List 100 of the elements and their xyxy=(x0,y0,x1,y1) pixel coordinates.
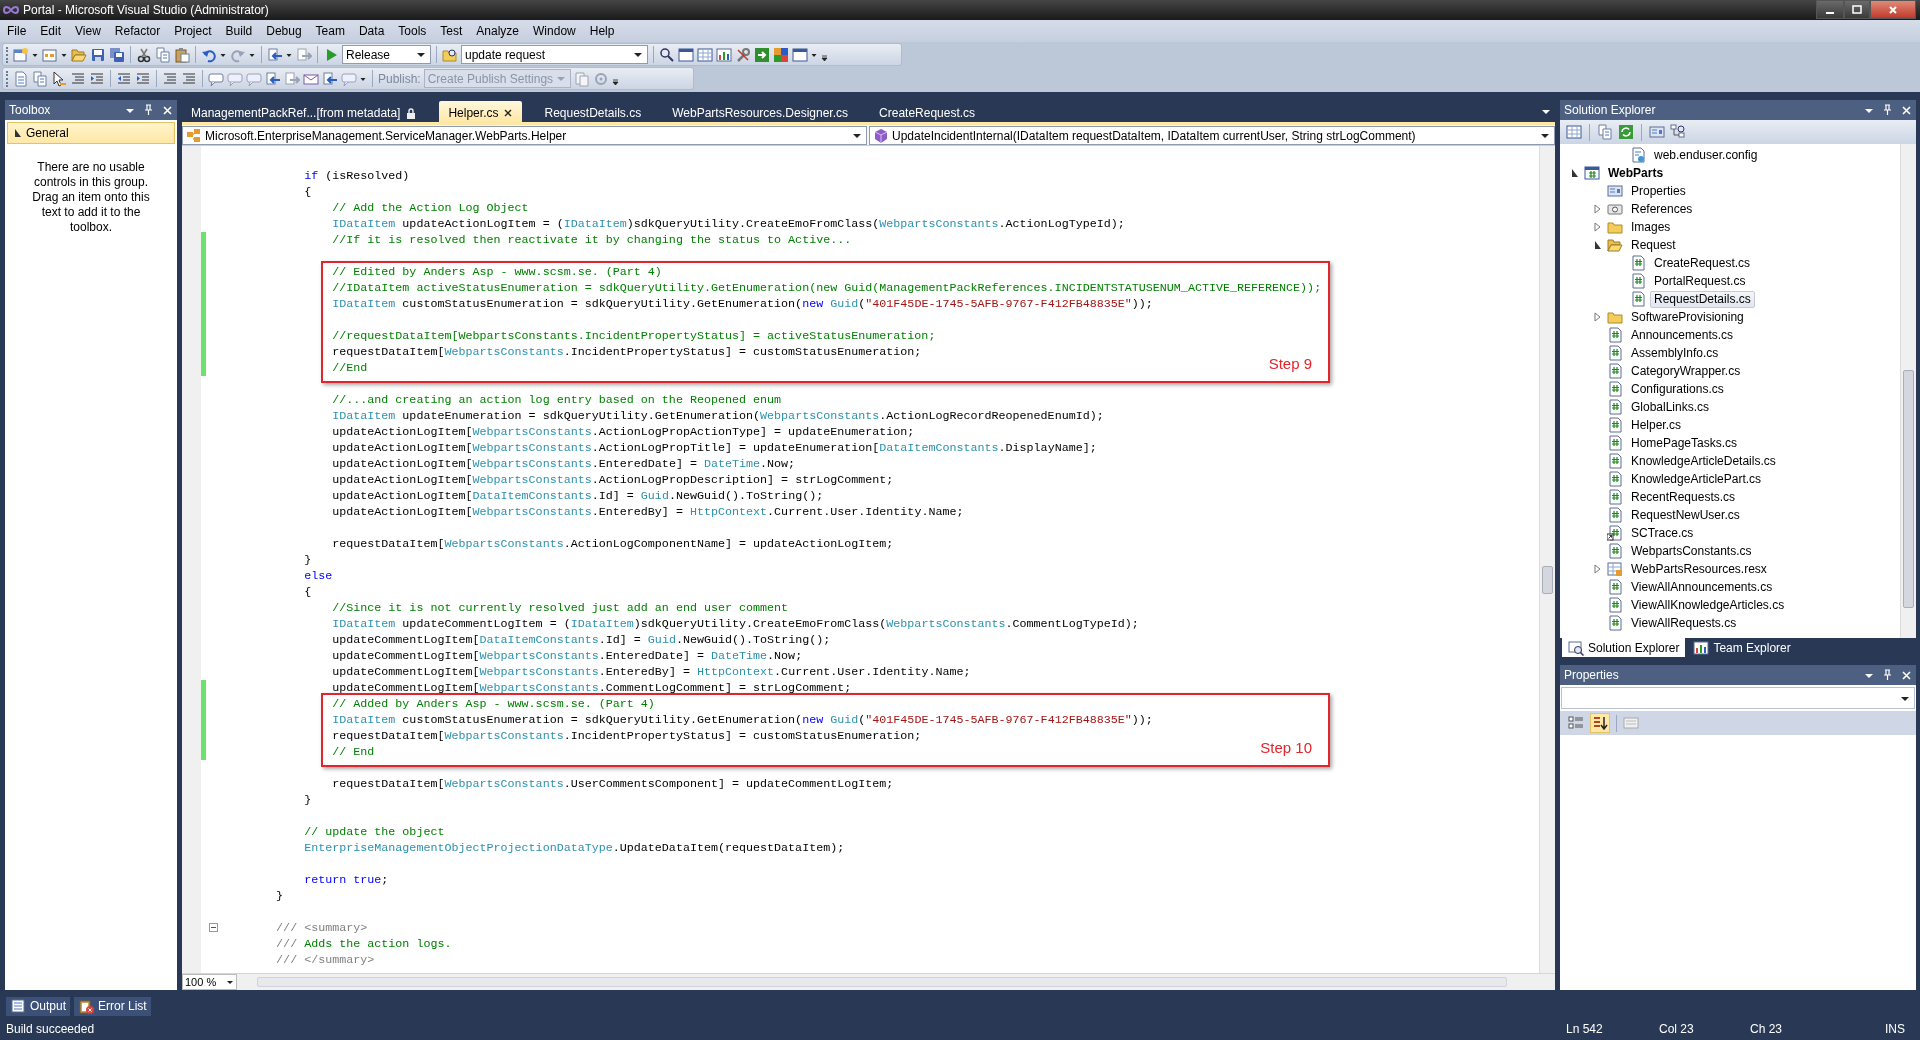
refresh-icon[interactable] xyxy=(1618,124,1634,140)
tree-item[interactable]: Configurations.cs xyxy=(1627,380,1728,398)
minimize-button[interactable] xyxy=(1816,0,1844,19)
grip-handle[interactable] xyxy=(6,70,10,87)
tree-item[interactable]: WebpartsConstants.cs xyxy=(1627,542,1756,560)
close-icon[interactable] xyxy=(503,107,514,118)
close-button[interactable] xyxy=(1870,0,1916,19)
tree-item[interactable]: WebParts xyxy=(1604,164,1668,182)
comment-icon[interactable] xyxy=(208,70,224,87)
grip-handle[interactable] xyxy=(6,46,10,63)
increase-indent-icon[interactable] xyxy=(135,70,151,87)
menu-item[interactable]: Data xyxy=(351,20,392,42)
save-all-icon[interactable] xyxy=(109,46,125,63)
type-dropdown[interactable]: Microsoft.EnterpriseManagement.ServiceManager.WebParts.Helper xyxy=(182,126,867,145)
tree-item[interactable]: RequestNewUser.cs xyxy=(1627,506,1744,524)
menu-item[interactable]: Window xyxy=(526,20,583,42)
chart-icon[interactable] xyxy=(716,46,732,63)
tree-item[interactable]: KnowledgeArticleDetails.cs xyxy=(1627,452,1780,470)
menu-item[interactable]: Help xyxy=(582,20,622,42)
align-icon[interactable] xyxy=(162,70,178,87)
show-all-files-icon[interactable] xyxy=(1566,124,1582,140)
scrollbar[interactable] xyxy=(1900,144,1916,638)
document-tab[interactable]: CreateRequest.cs xyxy=(870,101,985,122)
panel-tab[interactable]: Solution Explorer xyxy=(1562,638,1686,657)
member-dropdown[interactable]: UpdateIncidentInternal(IDataItem requestDataItem, IDataItem currentUser, String strLogComment) xyxy=(869,126,1555,145)
tree-item[interactable]: CategoryWrapper.cs xyxy=(1627,362,1745,380)
menu-item[interactable]: View xyxy=(68,20,108,42)
tree-item[interactable]: Properties xyxy=(1627,182,1690,200)
tree-item[interactable]: RecentRequests.cs xyxy=(1627,488,1740,506)
alphabetical-button[interactable] xyxy=(1590,713,1610,733)
tree-item[interactable]: web.enduser.config xyxy=(1650,146,1762,164)
tree-item[interactable]: CreateRequest.cs xyxy=(1650,254,1755,272)
group-header[interactable]: General xyxy=(7,122,175,144)
scrollbar[interactable] xyxy=(1539,146,1555,973)
collapse-icon[interactable] xyxy=(209,923,218,932)
tree-item[interactable]: Announcements.cs xyxy=(1627,326,1738,344)
paste-icon[interactable] xyxy=(174,46,190,63)
window-icon[interactable] xyxy=(792,46,808,63)
document-tab[interactable]: WebPartsResources.Designer.cs xyxy=(663,101,858,122)
navigate-back-icon[interactable] xyxy=(267,46,283,63)
zoom-dropdown[interactable]: 100 % xyxy=(182,974,237,990)
menu-item[interactable]: Debug xyxy=(259,20,309,42)
menu-item[interactable]: Build xyxy=(218,20,260,42)
tree-item[interactable]: GlobalLinks.cs xyxy=(1627,398,1714,416)
tree-item[interactable]: KnowledgeArticlePart.cs xyxy=(1627,470,1766,488)
tree-item[interactable]: Images xyxy=(1627,218,1675,236)
menu-item[interactable]: Tools xyxy=(391,20,434,42)
maximize-icon[interactable] xyxy=(1851,3,1863,16)
tree-item[interactable]: AssemblyInfo.cs xyxy=(1627,344,1723,362)
outdent-icon[interactable] xyxy=(116,70,132,87)
find-in-files-icon[interactable] xyxy=(442,46,458,63)
expander-icon[interactable] xyxy=(1569,168,1579,178)
expander-icon[interactable] xyxy=(1592,240,1602,250)
expander-icon[interactable] xyxy=(12,128,22,138)
view-code-icon[interactable] xyxy=(1649,124,1665,140)
tree-item[interactable]: PortalRequest.cs xyxy=(1650,272,1750,290)
find-combobox[interactable]: update request xyxy=(461,45,648,64)
pin-icon[interactable] xyxy=(1882,669,1893,681)
pin-icon[interactable] xyxy=(1882,104,1893,116)
menu-item[interactable]: Edit xyxy=(33,20,69,42)
tree-item[interactable]: ViewAllKnowledgeArticles.cs xyxy=(1627,596,1789,614)
tree-item[interactable]: SoftwareProvisioning xyxy=(1627,308,1748,326)
panel-tab[interactable]: Error List xyxy=(74,996,151,1016)
blocks-icon[interactable] xyxy=(773,46,789,63)
document-tab[interactable]: RequestDetails.cs xyxy=(535,101,651,122)
tree-item[interactable]: WebPartsResources.resx xyxy=(1627,560,1771,578)
menu-item[interactable]: Test xyxy=(433,20,470,42)
menu-item[interactable]: Refactor xyxy=(107,20,168,42)
pages-icon[interactable] xyxy=(1597,124,1613,140)
document-tab[interactable]: Helper.cs xyxy=(439,101,523,122)
pointer-icon[interactable] xyxy=(51,70,67,87)
search-icon[interactable] xyxy=(659,46,675,63)
new-project-icon[interactable] xyxy=(13,46,29,63)
tree-item[interactable]: Request xyxy=(1627,236,1680,254)
tree-item[interactable]: SCTrace.cs xyxy=(1627,524,1698,542)
panel-tab[interactable]: Output xyxy=(6,996,71,1016)
menu-item[interactable]: Project xyxy=(167,20,219,42)
configuration-dropdown[interactable]: Release xyxy=(342,45,431,64)
object-browser-icon[interactable] xyxy=(697,46,713,63)
class-diagram-icon[interactable] xyxy=(1670,124,1686,140)
tree-item[interactable]: ViewAllRequests.cs xyxy=(1627,614,1741,632)
scissors-icon[interactable] xyxy=(136,46,152,63)
properties-window-icon[interactable] xyxy=(678,46,694,63)
pin-icon[interactable] xyxy=(143,104,154,116)
document-tab[interactable]: ManagementPackRef...[from metadata] xyxy=(182,101,427,122)
tree-item[interactable]: References xyxy=(1627,200,1697,218)
previous-icon[interactable] xyxy=(322,70,338,87)
menu-item[interactable]: File xyxy=(0,20,34,42)
tree-item[interactable]: ViewAllAnnouncements.cs xyxy=(1627,578,1777,596)
tree-item[interactable]: RequestDetails.cs xyxy=(1650,290,1755,308)
back-icon[interactable] xyxy=(265,70,281,87)
tools-icon[interactable] xyxy=(735,46,751,63)
save-icon[interactable] xyxy=(90,46,106,63)
indent-icon[interactable] xyxy=(89,70,105,87)
wrap-icon[interactable] xyxy=(181,70,197,87)
tree-item[interactable]: HomePageTasks.cs xyxy=(1627,434,1742,452)
menu-item[interactable]: Team xyxy=(308,20,352,42)
menu-item[interactable]: Analyze xyxy=(469,20,527,42)
panel-tab[interactable]: Team Explorer xyxy=(1687,638,1797,657)
tree-item[interactable]: Helper.cs xyxy=(1627,416,1686,434)
